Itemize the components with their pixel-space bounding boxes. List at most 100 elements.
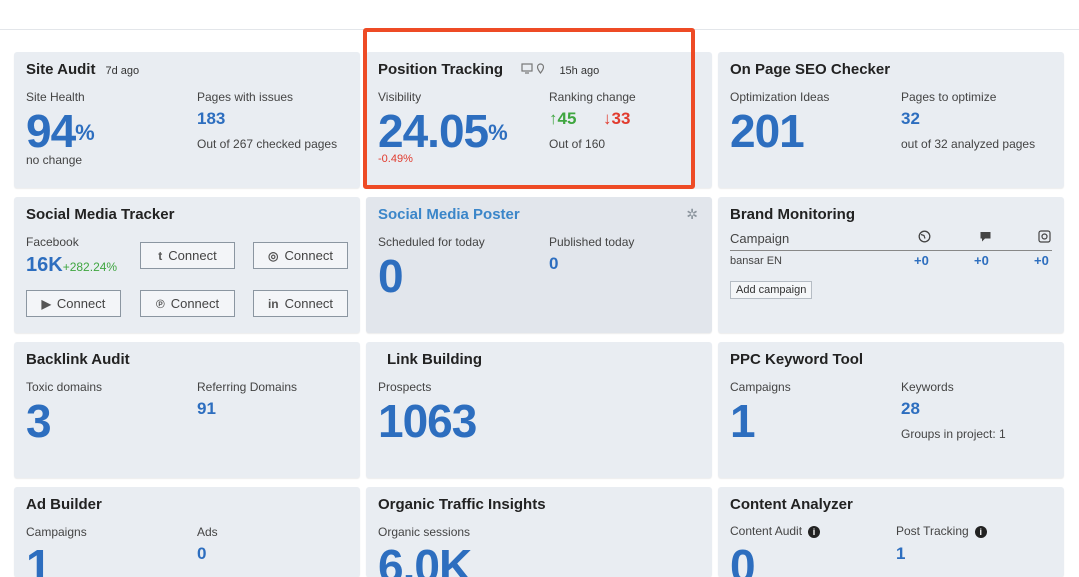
- link-building-title[interactable]: Link Building: [387, 351, 482, 368]
- ranking-down[interactable]: ↓33: [603, 109, 630, 129]
- content-analyzer-title[interactable]: Content Analyzer: [730, 496, 853, 513]
- ad-campaigns-label: Campaigns: [26, 525, 87, 539]
- backlink-audit-card[interactable]: Backlink Audit Toxic domains 3 Referring…: [14, 342, 360, 478]
- add-campaign-button[interactable]: Add campaign: [730, 281, 813, 299]
- youtube-icon: ▶: [41, 296, 51, 311]
- location-pin-icon: [536, 61, 549, 78]
- organic-traffic-card[interactable]: Organic Traffic Insights Organic session…: [366, 487, 712, 577]
- ppc-campaigns-label: Campaigns: [730, 380, 791, 394]
- web-mentions-value: +0: [914, 253, 929, 268]
- position-tracking-ago: 15h ago: [559, 65, 600, 77]
- ranking-change-label: Ranking change: [549, 90, 636, 104]
- campaign-label: Campaign: [730, 231, 790, 246]
- ads-value[interactable]: 0: [197, 544, 206, 564]
- prospects-value: 1063: [378, 395, 477, 447]
- pages-issues-label: Pages with issues: [197, 90, 294, 104]
- organic-traffic-title[interactable]: Organic Traffic Insights: [378, 496, 546, 513]
- site-audit-title[interactable]: Site Audit 7d ago: [26, 61, 139, 78]
- campaign-divider: [730, 250, 1052, 251]
- social-tracker-title[interactable]: Social Media Tracker: [26, 206, 174, 223]
- connect-youtube-button[interactable]: ▶ Connect: [26, 290, 121, 317]
- info-icon[interactable]: i: [974, 525, 987, 538]
- facebook-label: Facebook: [26, 235, 79, 249]
- ads-label: Ads: [197, 525, 218, 539]
- connect-pinterest-button[interactable]: ℗ Connect: [140, 290, 235, 317]
- pages-optimize-note: out of 32 analyzed pages: [901, 137, 1036, 151]
- ppc-campaigns-value: 1: [730, 395, 756, 447]
- social-poster-title[interactable]: Social Media Poster: [378, 206, 520, 223]
- connect-twitter-button[interactable]: t Connect: [140, 242, 235, 269]
- connect-instagram-button[interactable]: ◎ Connect: [253, 242, 348, 269]
- social-poster-card[interactable]: Social Media Poster ✲ Scheduled for toda…: [366, 197, 712, 333]
- comments-value: +0: [974, 253, 989, 268]
- referring-domains-value[interactable]: 91: [197, 399, 216, 419]
- pages-optimize-value[interactable]: 32: [901, 109, 920, 129]
- site-audit-card[interactable]: Site Audit 7d ago Site Health 94% no chan…: [14, 52, 360, 188]
- referring-domains-label: Referring Domains: [197, 380, 298, 394]
- keywords-value[interactable]: 28: [901, 399, 920, 419]
- ppc-title[interactable]: PPC Keyword Tool: [730, 351, 863, 368]
- site-audit-ago: 7d ago: [105, 65, 140, 77]
- published-label: Published today: [549, 235, 635, 249]
- scheduled-label: Scheduled for today: [378, 235, 485, 249]
- brand-monitoring-title[interactable]: Brand Monitoring: [730, 206, 855, 223]
- desktop-icon: [521, 63, 536, 77]
- organic-sessions-label: Organic sessions: [378, 525, 471, 539]
- keywords-label: Keywords: [901, 380, 954, 394]
- post-tracking-value[interactable]: 1: [896, 544, 905, 564]
- content-analyzer-card[interactable]: Content Analyzer Content Audit i 0 Post T…: [718, 487, 1064, 577]
- backlink-audit-title[interactable]: Backlink Audit: [26, 351, 130, 368]
- facebook-value[interactable]: 16K+282.24%: [26, 254, 117, 277]
- connect-linkedin-button[interactable]: in Connect: [253, 290, 348, 317]
- gear-icon[interactable]: ✲: [686, 206, 698, 223]
- ad-campaigns-value: 1: [26, 540, 52, 577]
- position-tracking-card[interactable]: Position Tracking 15h ago Visibility 24.…: [366, 52, 712, 188]
- ranking-note: Out of 160: [549, 137, 606, 151]
- arrow-up-icon: ↑: [549, 109, 558, 128]
- post-tracking-label: Post Tracking i: [896, 524, 987, 538]
- published-value[interactable]: 0: [549, 254, 558, 274]
- globe-icon: [918, 230, 931, 246]
- brand-monitoring-card[interactable]: Brand Monitoring Campaign bansar EN +0 +…: [718, 197, 1064, 333]
- info-icon[interactable]: i: [808, 525, 821, 538]
- social-tracker-card[interactable]: Social Media Tracker Facebook 16K+282.24…: [14, 197, 360, 333]
- top-divider: [0, 29, 1079, 30]
- toxic-domains-label: Toxic domains: [26, 380, 103, 394]
- optimization-ideas-label: Optimization Ideas: [730, 90, 830, 104]
- groups-note: Groups in project: 1: [901, 427, 1006, 441]
- toxic-domains-value: 3: [26, 395, 52, 447]
- on-page-seo-card[interactable]: On Page SEO Checker Optimization Ideas 2…: [718, 52, 1064, 188]
- ranking-up[interactable]: ↑45: [549, 109, 576, 129]
- visibility-value: 24.05%: [378, 105, 508, 157]
- scheduled-value: 0: [378, 250, 404, 302]
- content-audit-label: Content Audit i: [730, 524, 821, 538]
- ad-builder-title[interactable]: Ad Builder: [26, 496, 102, 513]
- facebook-change: +282.24%: [62, 260, 118, 274]
- pages-optimize-label: Pages to optimize: [901, 90, 997, 104]
- visibility-label: Visibility: [378, 90, 422, 104]
- optimization-ideas-value: 201: [730, 105, 805, 157]
- campaign-name[interactable]: bansar EN: [730, 255, 782, 267]
- position-tracking-title[interactable]: Position Tracking 15h ago: [378, 61, 599, 78]
- site-health-label: Site Health: [26, 90, 85, 104]
- pinterest-icon: ℗: [155, 296, 165, 311]
- linkedin-icon: in: [267, 296, 279, 311]
- instagram-icon: ◎: [268, 248, 279, 263]
- arrow-down-icon: ↓: [603, 109, 612, 128]
- content-audit-value: 0: [730, 540, 756, 577]
- pages-issues-note: Out of 267 checked pages: [197, 137, 338, 151]
- instagram-icon: [1038, 230, 1051, 246]
- pages-issues-value[interactable]: 183: [197, 109, 225, 129]
- ad-builder-card[interactable]: Ad Builder Campaigns 1 Ads 0: [14, 487, 360, 577]
- twitter-icon: t: [158, 248, 163, 263]
- link-building-card[interactable]: Link Building Prospects 1063: [366, 342, 712, 478]
- site-health-note: no change: [26, 153, 83, 167]
- ppc-card[interactable]: PPC Keyword Tool Campaigns 1 Keywords 28…: [718, 342, 1064, 478]
- organic-sessions-value: 6.0K: [378, 540, 472, 577]
- visibility-change: -0.49%: [378, 153, 413, 165]
- on-page-seo-title[interactable]: On Page SEO Checker: [730, 61, 890, 78]
- instagram-value: +0: [1034, 253, 1049, 268]
- prospects-label: Prospects: [378, 380, 432, 394]
- site-health-value: 94%: [26, 105, 95, 157]
- comment-icon: [979, 230, 992, 246]
